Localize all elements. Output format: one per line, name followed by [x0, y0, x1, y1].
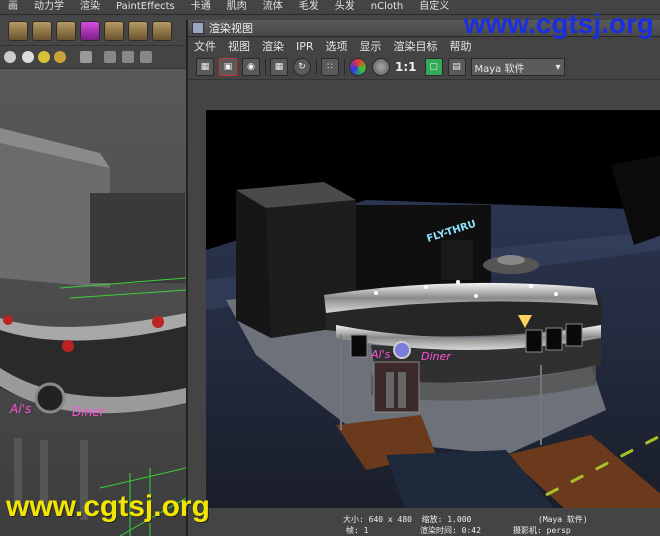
render-view-toolbar: ▦ ▣ ◉ ▦ ↻ ∷ 1:1 ▢ ▤ Maya 软件 ▾ [188, 55, 660, 80]
share-icon[interactable] [140, 51, 152, 63]
rgb-channels-icon[interactable] [349, 58, 367, 76]
cube-icon[interactable] [104, 51, 116, 63]
render-view-window: 渲染视图 文件 视图 渲染 IPR 选项 显示 渲染目标 帮助 ▦ ▣ ◉ ▦ … [186, 20, 660, 536]
menu-item[interactable]: 画 [0, 0, 26, 14]
light-icon[interactable] [38, 51, 50, 63]
svg-text:Al's: Al's [370, 348, 391, 361]
maya-app-icon [192, 22, 204, 34]
menu-item[interactable]: 卡通 [183, 0, 219, 14]
menu-item-help[interactable]: 帮助 [450, 38, 472, 54]
redo-render-icon[interactable]: ▦ [196, 58, 214, 76]
status-render-time: 渲染时间: 0:42 [420, 526, 481, 535]
menu-item[interactable]: 肌肉 [219, 0, 255, 14]
svg-text:Ai's: Ai's [9, 402, 31, 416]
snapshot-icon[interactable]: ◉ [242, 58, 260, 76]
chevron-down-icon: ▾ [555, 61, 561, 73]
window-title: 渲染视图 [209, 22, 253, 35]
shelf-tool-icon[interactable] [56, 21, 76, 41]
alpha-channel-icon[interactable] [372, 58, 390, 76]
menu-item-view[interactable]: 视图 [228, 38, 250, 54]
menu-item-file[interactable]: 文件 [194, 38, 216, 54]
ipr-render-icon[interactable]: ▦ [270, 58, 288, 76]
render-region-icon[interactable]: ▣ [219, 58, 237, 76]
menu-item[interactable]: nCloth [363, 0, 411, 14]
renderer-select-value: Maya 软件 [474, 63, 525, 75]
watermark-bottom: www.cgtsj.org [6, 490, 210, 523]
svg-text:Diner: Diner [72, 405, 106, 419]
status-camera: 摄影机: persp [513, 526, 571, 535]
status-renderer: (Maya 软件) [538, 515, 588, 524]
diner-render: Al's Diner FLY-THRU [206, 155, 660, 510]
keep-image-icon[interactable]: ▢ [424, 58, 443, 76]
menu-item[interactable]: 动力学 [26, 0, 72, 14]
remove-image-icon[interactable]: ▤ [447, 58, 466, 76]
menu-item-render-target[interactable]: 渲染目标 [394, 38, 438, 54]
watermark-top: www.cgtsj.org [463, 8, 654, 39]
status-size: 大小: 640 x 480 缩放: 1.000 [343, 515, 472, 524]
light-icon[interactable] [22, 51, 34, 63]
perspective-viewport[interactable]: Ai's Diner [0, 46, 186, 536]
light-icon[interactable] [54, 51, 66, 63]
shelf-tool-icon[interactable] [152, 21, 172, 41]
rendered-image[interactable]: Al's Diner FLY-THRU [206, 110, 660, 510]
shelf-tool-icon[interactable] [104, 21, 124, 41]
render-status-bar: 大小: 640 x 480 缩放: 1.000 (Maya 软件) 帧: 1 渲… [188, 508, 660, 536]
menu-item[interactable]: 渲染 [72, 0, 108, 14]
refresh-icon[interactable]: ↻ [293, 58, 311, 76]
display-region-icon[interactable]: ∷ [321, 58, 339, 76]
menu-item-display[interactable]: 显示 [360, 38, 382, 54]
shelf-tool-icon[interactable] [32, 21, 52, 41]
svg-text:Diner: Diner [421, 350, 452, 363]
menu-item-render[interactable]: 渲染 [262, 38, 284, 54]
shelf-tool-icon[interactable] [8, 21, 28, 41]
checker-icon[interactable] [4, 51, 16, 63]
shelf-tool-icon[interactable] [128, 21, 148, 41]
menu-item[interactable]: 自定义 [411, 0, 457, 14]
cube-icon[interactable] [122, 51, 134, 63]
toolbar-separator [316, 59, 317, 75]
shelf-tool-icon[interactable] [80, 21, 100, 41]
menu-item[interactable]: 头发 [327, 0, 363, 14]
renderer-select[interactable]: Maya 软件 ▾ [470, 58, 565, 76]
menu-item[interactable]: PaintEffects [108, 0, 183, 14]
menu-item[interactable]: 毛发 [291, 0, 327, 14]
toolbar-separator [344, 59, 345, 75]
viewport-scene: Ai's Diner [0, 128, 186, 536]
status-frame: 帧: 1 [346, 526, 369, 535]
real-size-button[interactable]: 1:1 [395, 60, 417, 74]
menu-item-options[interactable]: 选项 [326, 38, 348, 54]
menu-item-ipr[interactable]: IPR [296, 40, 314, 53]
toolbar-separator [265, 59, 266, 75]
menu-item[interactable]: 流体 [255, 0, 291, 14]
select-camera-icon[interactable] [80, 51, 92, 63]
viewport-toolbar [0, 46, 186, 69]
